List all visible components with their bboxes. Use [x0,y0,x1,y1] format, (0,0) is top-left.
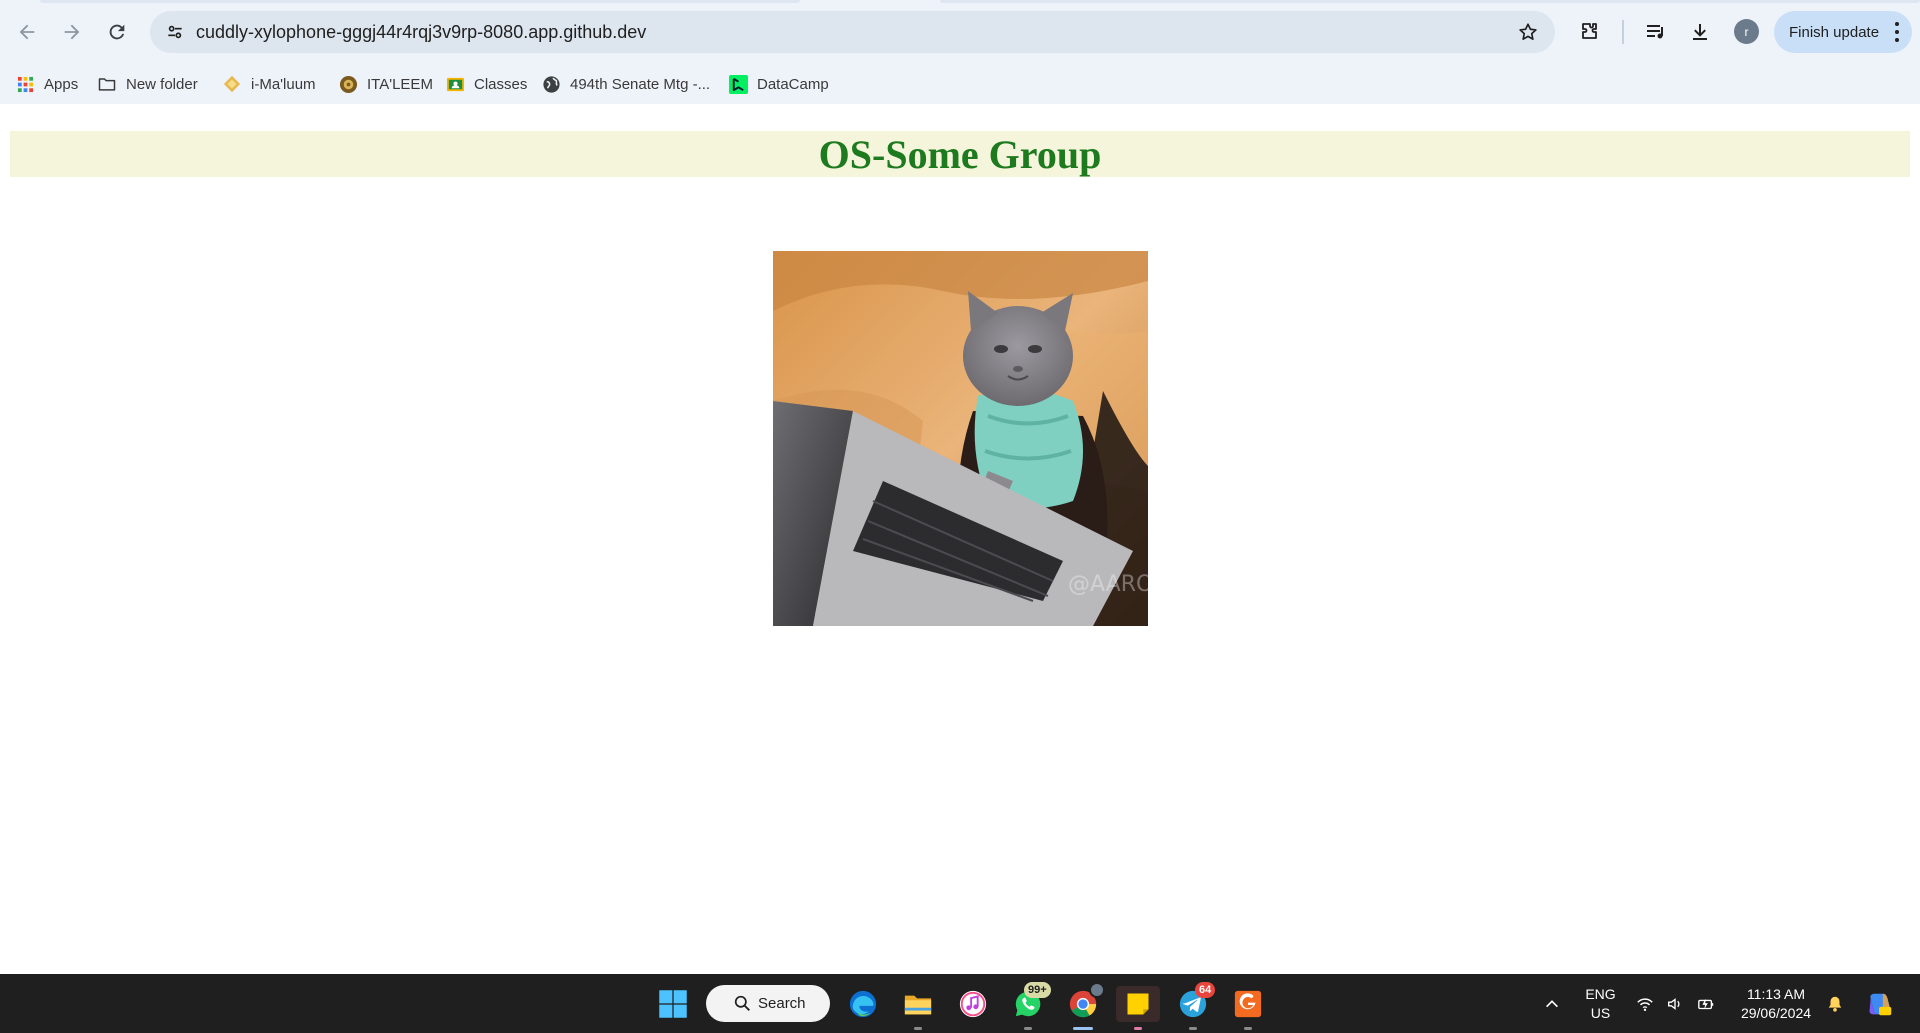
screen: cuddly-xylophone-gggj44r4rqj3v9rp-8080.a… [0,0,1920,1033]
windows-start-icon [659,990,687,1018]
bookmark-label: Classes [474,75,528,93]
sticky-notes-icon [1127,993,1149,1015]
bookmark-star-button[interactable] [1515,19,1541,45]
profile-avatar[interactable]: r [1734,19,1759,44]
pdf-icon [1234,990,1262,1018]
back-arrow-icon [19,24,35,40]
bookmark-italeem[interactable]: ITA'LEEM [338,70,433,98]
classroom-icon [445,74,465,94]
apps-grid-icon [15,74,35,94]
browser-toolbar: cuddly-xylophone-gggj44r4rqj3v9rp-8080.a… [0,0,1920,64]
search-label: Search [758,995,806,1012]
windows-taskbar: Search 99+ 64 ENG US 11:13 AM 29/06/2024 [0,974,1920,1033]
folder-icon [97,74,117,94]
puzzle-icon [1582,23,1597,39]
cat-typing-illustration: @AARON [773,251,1148,626]
bookmark-datacamp[interactable]: DataCamp [728,70,829,98]
taskbar-app-itunes[interactable] [955,986,991,1022]
clock-time: 11:13 AM [1746,986,1806,1002]
back-button[interactable] [9,14,45,50]
clock[interactable]: 11:13 AM 29/06/2024 [1728,985,1824,1023]
taskbar-app-sticky-notes[interactable] [1116,986,1160,1030]
star-icon [1519,23,1537,40]
notifications-button[interactable] [1821,988,1849,1020]
profile-badge [1089,982,1105,998]
page-header-banner: OS-Some Group [10,131,1910,177]
taskbar-app-pdf[interactable] [1230,986,1266,1030]
taskbar-search[interactable]: Search [706,985,830,1022]
language-indicator[interactable]: ENG US [1578,985,1623,1023]
copilot-icon [1869,993,1892,1016]
datacamp-icon [728,74,748,94]
show-hidden-icons-button[interactable] [1536,988,1568,1020]
running-indicator [1134,1027,1142,1030]
extensions-button[interactable] [1574,16,1606,48]
bookmark-apps[interactable]: Apps [15,70,78,98]
gif-watermark: @AARON [1068,572,1148,597]
folder-icon [904,995,932,1015]
reload-button[interactable] [99,14,135,50]
forward-arrow-icon [64,24,80,40]
copilot-button[interactable] [1862,986,1898,1022]
running-indicator [1024,1027,1032,1030]
kebab-menu-icon [1894,22,1900,42]
language-code: ENG [1585,986,1616,1002]
url-text[interactable]: cuddly-xylophone-gggj44r4rqj3v9rp-8080.a… [196,22,646,43]
media-queue-icon [1647,25,1663,39]
address-bar[interactable]: cuddly-xylophone-gggj44r4rqj3v9rp-8080.a… [150,11,1555,53]
volume-icon [1668,998,1680,1010]
active-indicator [1073,1027,1093,1030]
globe-icon [541,74,561,94]
region-code: US [1590,1005,1611,1021]
bookmark-label: New folder [126,75,198,93]
running-indicator [914,1027,922,1030]
finish-update-label: Finish update [1789,23,1880,41]
bell-icon [1828,996,1842,1012]
running-indicator [1244,1027,1252,1030]
quick-settings-button[interactable] [1636,992,1716,1016]
forward-button[interactable] [54,14,90,50]
wifi-icon [1637,998,1653,1012]
tab-strip-edge [940,0,1920,3]
tune-icon [168,25,182,39]
finish-update-button[interactable]: Finish update [1774,11,1912,53]
imaluum-logo-icon [222,74,242,94]
toolbar-separator [1622,20,1624,44]
bookmark-label: DataCamp [757,75,829,93]
taskbar-app-chrome[interactable] [1065,982,1105,1030]
running-indicator [1189,1027,1197,1030]
taskbar-app-telegram[interactable]: 64 [1175,982,1216,1030]
bookmark-classes[interactable]: Classes [445,70,527,98]
page-title: OS-Some Group [818,131,1102,177]
edge-icon [849,990,877,1018]
chevron-up-icon [1546,1000,1558,1008]
italeem-logo-icon [338,74,358,94]
bookmark-label: Apps [44,75,79,93]
taskbar-app-edge[interactable] [845,986,881,1022]
bookmark-label: 494th Senate Mtg -... [570,75,711,93]
web-page: OS-Some Group @AARO [0,104,1920,1029]
taskbar-app-whatsapp[interactable]: 99+ [1010,982,1051,1030]
bookmarks-bar: Apps New folder i-Ma'luum ITA'LEEM Class… [0,64,1920,104]
bookmark-imaluum[interactable]: i-Ma'luum [222,70,316,98]
download-icon [1693,24,1707,40]
battery-charging-icon [1698,999,1714,1010]
start-button[interactable] [655,986,691,1022]
music-icon [959,990,987,1018]
media-controls-button[interactable] [1640,16,1672,48]
clock-date: 29/06/2024 [1740,1005,1812,1021]
cat-typing-gif: @AARON [773,251,1148,626]
reload-icon [109,24,125,40]
bookmark-new-folder[interactable]: New folder [97,70,198,98]
bookmark-label: ITA'LEEM [367,75,433,93]
whatsapp-badge: 99+ [1024,982,1051,998]
bookmark-label: i-Ma'luum [251,75,316,93]
bookmark-senate-meeting[interactable]: 494th Senate Mtg -... [541,70,710,98]
telegram-badge: 64 [1195,982,1216,998]
tab-strip-edge [40,0,800,3]
site-info-button[interactable] [160,17,190,47]
taskbar-app-file-explorer[interactable] [900,986,936,1030]
downloads-button[interactable] [1684,16,1716,48]
search-icon [734,995,750,1011]
